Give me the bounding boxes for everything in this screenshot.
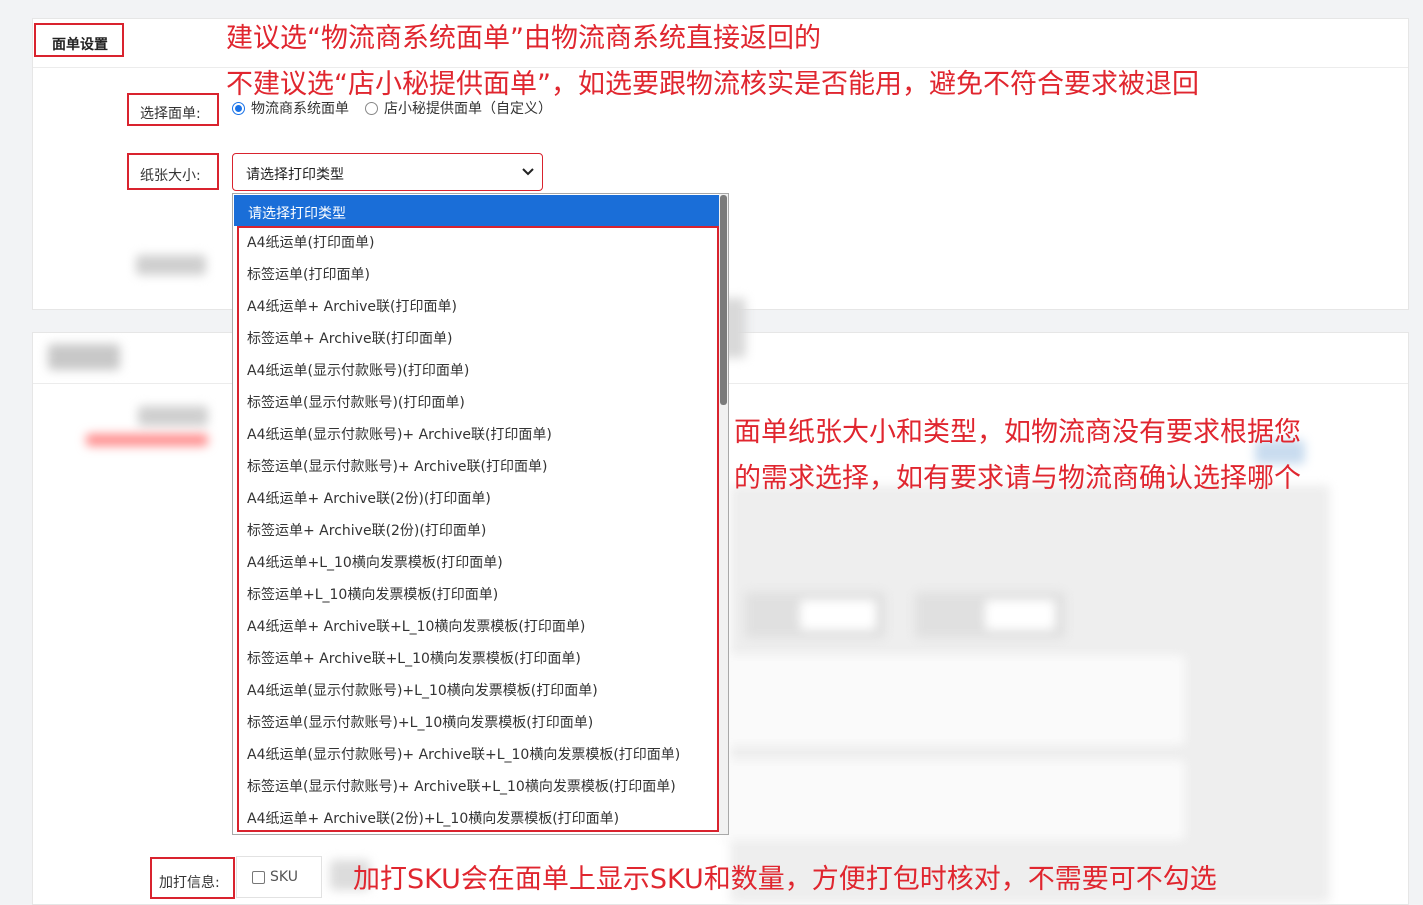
sku-checkbox-option[interactable]: SKU <box>236 856 322 898</box>
dropdown-scrollbar[interactable] <box>719 194 728 834</box>
dropdown-option[interactable]: 标签运单(显示付款账号)(打印面单) <box>233 387 720 419</box>
dropdown-option[interactable]: 标签运单+ Archive联+L_10横向发票模板(打印面单) <box>233 643 720 675</box>
extra-print-label: 加打信息: <box>159 875 220 891</box>
chevron-down-icon <box>522 168 534 176</box>
dropdown-option[interactable]: A4纸运单+L_10横向发票模板(打印面单) <box>233 547 720 579</box>
dropdown-option[interactable]: 标签运单+ Archive联(打印面单) <box>233 323 720 355</box>
waybill-label-box: 选择面单: <box>127 93 219 126</box>
dropdown-option[interactable]: A4纸运单+ Archive联(2份)(打印面单) <box>233 483 720 515</box>
radio-dianxiaomi-waybill[interactable]: 店小秘提供面单（自定义） <box>365 98 552 118</box>
sku-checkbox[interactable] <box>252 870 265 884</box>
annotation-text: 的需求选择，如有要求请与物流商确认选择哪个 <box>734 463 1301 494</box>
paper-size-label: 纸张大小: <box>140 168 201 184</box>
dropdown-option[interactable]: A4纸运单(显示付款账号)(打印面单) <box>233 355 720 387</box>
blurred-red-text <box>86 434 208 446</box>
paper-size-selected-value: 请选择打印类型 <box>246 167 344 183</box>
annotation-text: 面单纸张大小和类型，如物流商没有要求根据您 <box>734 417 1301 448</box>
radio-label: 店小秘提供面单（自定义） <box>384 101 552 117</box>
dropdown-option[interactable]: A4纸运单+ Archive联(2份)+L_10横向发票模板(打印面单) <box>233 803 720 834</box>
blurred-textbox <box>720 760 1185 840</box>
dropdown-option[interactable]: A4纸运单(显示付款账号)+ Archive联+L_10横向发票模板(打印面单) <box>233 739 720 771</box>
dropdown-option[interactable]: A4纸运单(打印面单) <box>233 227 720 259</box>
annotation-text: 建议选“物流商系统面单”由物流商系统直接返回的 <box>226 23 821 54</box>
blurred-input <box>985 600 1055 630</box>
blurred-label <box>136 255 206 275</box>
annotation-text: 不建议选“店小秘提供面单”，如选要跟物流核实是否能用，避免不符合要求被退回 <box>226 69 1199 100</box>
blurred-heading <box>48 344 120 370</box>
annotation-text: 加打SKU会在面单上显示SKU和数量，方便打包时核对，不需要可不勾选 <box>353 864 1217 895</box>
dropdown-option[interactable]: 标签运单(显示付款账号)+ Archive联(打印面单) <box>233 451 720 483</box>
dropdown-option[interactable]: A4纸运单+ Archive联+L_10横向发票模板(打印面单) <box>233 611 720 643</box>
paper-size-label-box: 纸张大小: <box>127 153 219 190</box>
blurred-label <box>138 406 208 426</box>
dropdown-option[interactable]: 标签运单+L_10横向发票模板(打印面单) <box>233 579 720 611</box>
paper-size-select[interactable]: 请选择打印类型 <box>232 153 543 191</box>
radio-carrier-system-waybill[interactable]: 物流商系统面单 <box>232 98 349 118</box>
dropdown-option[interactable]: 标签运单(打印面单) <box>233 259 720 291</box>
radio-label: 物流商系统面单 <box>251 101 349 117</box>
blurred-textbox <box>720 655 1185 745</box>
section-title: 面单设置 <box>52 37 108 53</box>
dropdown-option[interactable]: 标签运单(显示付款账号)+ Archive联+L_10横向发票模板(打印面单) <box>233 771 720 803</box>
section-title-box: 面单设置 <box>34 23 124 57</box>
waybill-label: 选择面单: <box>140 106 201 122</box>
dropdown-option[interactable]: 标签运单+ Archive联(2份)(打印面单) <box>233 515 720 547</box>
dropdown-option[interactable]: A4纸运单+ Archive联(打印面单) <box>233 291 720 323</box>
dropdown-option-highlighted[interactable]: 请选择打印类型 <box>234 195 720 226</box>
dropdown-options-list: A4纸运单(打印面单) 标签运单(打印面单) A4纸运单+ Archive联(打… <box>233 227 720 834</box>
extra-print-label-box: 加打信息: <box>150 857 235 899</box>
waybill-radio-group: 物流商系统面单 店小秘提供面单（自定义） <box>232 98 568 118</box>
paper-size-dropdown: 请选择打印类型 A4纸运单(打印面单) 标签运单(打印面单) A4纸运单+ Ar… <box>232 193 729 835</box>
scrollbar-thumb[interactable] <box>720 195 727 405</box>
radio-button-checked[interactable] <box>232 101 245 115</box>
blurred-input <box>800 600 876 630</box>
dropdown-option[interactable]: A4纸运单(显示付款账号)+ Archive联(打印面单) <box>233 419 720 451</box>
dropdown-option[interactable]: 标签运单(显示付款账号)+L_10横向发票模板(打印面单) <box>233 707 720 739</box>
sku-checkbox-label: SKU <box>270 869 298 885</box>
dropdown-option[interactable]: A4纸运单(显示付款账号)+L_10横向发票模板(打印面单) <box>233 675 720 707</box>
radio-button[interactable] <box>365 101 378 115</box>
